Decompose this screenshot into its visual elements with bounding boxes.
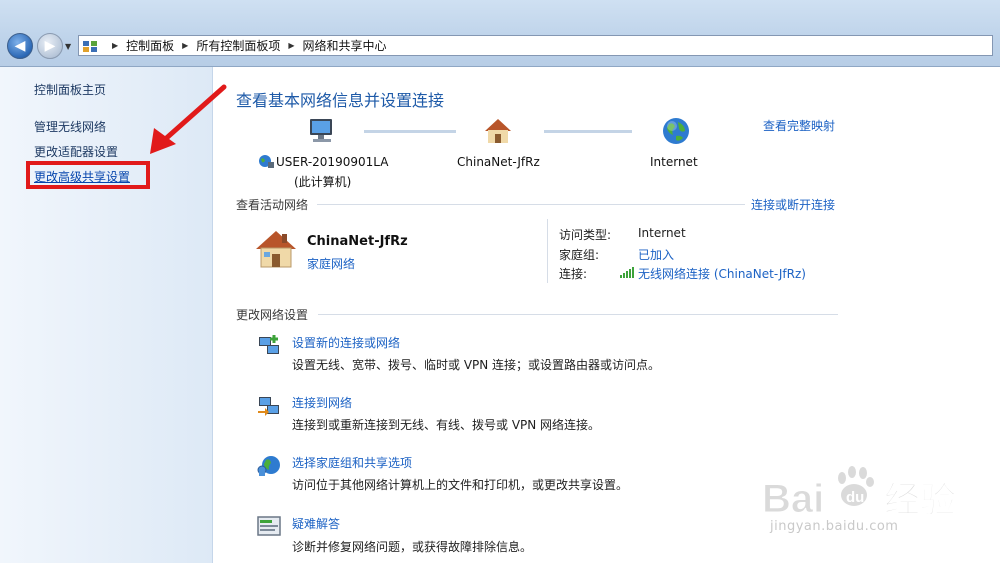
home-network-large-icon <box>256 231 296 268</box>
chevron-right-icon[interactable]: ▶ <box>288 41 294 50</box>
breadcrumb-network-center[interactable]: 网络和共享中心 <box>303 37 387 54</box>
computer-name-label[interactable]: USER-20190901LA <box>276 155 388 169</box>
homegroup-icon <box>257 456 280 476</box>
home-network-icon <box>485 119 511 143</box>
map-connector <box>544 130 632 133</box>
history-dropdown-icon[interactable]: ▼ <box>65 42 71 51</box>
computer-sub-label: (此计算机) <box>294 175 352 189</box>
troubleshoot-link[interactable]: 疑难解答 <box>292 515 340 532</box>
breadcrumb-all-items[interactable]: 所有控制面板项 <box>196 37 280 54</box>
connect-disconnect-link[interactable]: 连接或断开连接 <box>751 196 835 213</box>
troubleshoot-desc: 诊断并修复网络问题，或获得故障排除信息。 <box>292 540 533 554</box>
forward-button[interactable]: ▶ <box>37 33 63 59</box>
access-type-value: Internet <box>638 226 686 240</box>
connection-label: 连接: <box>559 267 588 281</box>
wifi-signal-icon <box>620 267 634 278</box>
setup-new-connection-desc: 设置无线、宽带、拨号、临时或 VPN 连接；或设置路由器或访问点。 <box>292 358 661 372</box>
computer-icon <box>310 119 332 142</box>
connect-to-network-link[interactable]: 连接到网络 <box>292 394 352 411</box>
breadcrumb-control-panel[interactable]: 控制面板 <box>126 37 174 54</box>
connect-to-network-desc: 连接到或重新连接到无线、有线、拨号或 VPN 网络连接。 <box>292 418 601 432</box>
sidebar-item-home[interactable]: 控制面板主页 <box>34 81 106 98</box>
homegroup-value-link[interactable]: 已加入 <box>638 246 674 263</box>
globe-icon <box>663 118 689 144</box>
active-network-name: ChinaNet-JfRz <box>307 234 408 249</box>
homegroup-sharing-desc: 访问位于其他网络计算机上的文件和打印机，或更改共享设置。 <box>292 478 629 492</box>
network-type-link[interactable]: 家庭网络 <box>307 255 355 272</box>
chevron-right-icon[interactable]: ▶ <box>112 41 118 50</box>
watermark-brand-latin: Bai <box>762 477 824 521</box>
red-arrow-annotation <box>150 84 227 154</box>
view-full-map-link[interactable]: 查看完整映射 <box>763 117 835 134</box>
back-button[interactable]: ◀ <box>7 33 33 59</box>
divider <box>317 204 745 205</box>
page-title: 查看基本网络信息并设置连接 <box>236 91 445 110</box>
new-connection-icon <box>259 335 279 354</box>
setup-new-connection-link[interactable]: 设置新的连接或网络 <box>292 334 400 351</box>
homegroup-sharing-link[interactable]: 选择家庭组和共享选项 <box>292 454 412 471</box>
wireless-connection-link[interactable]: 无线网络连接 (ChinaNet-JfRz) <box>638 265 806 282</box>
address-bar: ◀ ▶ ▼ ▶ 控制面板 ▶ 所有控制面板项 ▶ 网络和共享中心 <box>0 0 1000 67</box>
breadcrumb[interactable]: ▶ 控制面板 ▶ 所有控制面板项 ▶ 网络和共享中心 <box>78 35 993 56</box>
access-type-label: 访问类型: <box>559 228 612 242</box>
watermark-brand-latin2: du <box>846 489 864 506</box>
change-settings-heading: 更改网络设置 <box>236 308 309 322</box>
troubleshoot-icon <box>257 516 281 536</box>
homegroup-label: 家庭组: <box>559 248 600 262</box>
active-network-heading: 查看活动网络 <box>236 198 309 212</box>
chevron-right-icon[interactable]: ▶ <box>182 41 188 50</box>
connect-network-icon <box>258 397 279 416</box>
watermark-url: jingyan.baidu.com <box>770 519 899 534</box>
map-connector <box>364 130 456 133</box>
network-status-icon <box>259 155 274 168</box>
control-panel-icon <box>83 40 97 52</box>
highlight-box <box>26 161 150 189</box>
divider-vertical <box>547 219 548 283</box>
network-name-label[interactable]: ChinaNet-JfRz <box>457 155 540 169</box>
watermark-brand-cn: 经验 <box>884 480 956 521</box>
sidebar-item-manage-wireless[interactable]: 管理无线网络 <box>34 118 106 135</box>
internet-label[interactable]: Internet <box>650 155 698 169</box>
divider <box>318 314 838 315</box>
sidebar-item-adapter-settings[interactable]: 更改适配器设置 <box>34 143 118 160</box>
